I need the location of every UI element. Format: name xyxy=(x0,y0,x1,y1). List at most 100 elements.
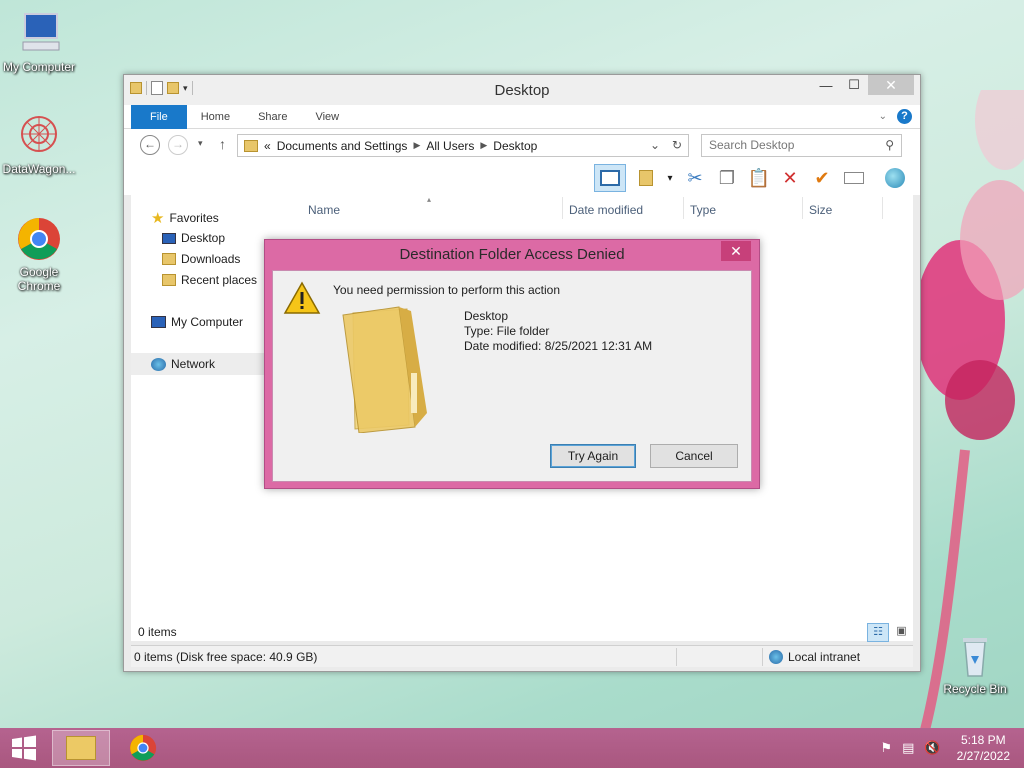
dialog-body: You need permission to perform this acti… xyxy=(272,270,752,482)
delete-icon[interactable]: ✕ xyxy=(779,167,801,189)
clock[interactable]: 5:18 PM 2/27/2022 xyxy=(957,732,1010,764)
chevron-right-icon[interactable]: ▶ xyxy=(413,140,420,151)
chevron-right-icon[interactable]: ▶ xyxy=(480,140,487,151)
status-disk-space: 0 items (Disk free space: 40.9 GB) xyxy=(134,650,318,664)
search-placeholder: Search Desktop xyxy=(709,138,795,152)
search-icon[interactable]: ⚲ xyxy=(885,135,894,156)
tab-share[interactable]: Share xyxy=(244,105,301,129)
breadcrumb-desktop[interactable]: Desktop xyxy=(493,139,537,153)
command-toolbar: ▾ ✂ ❐ 📋 ✕ ✔ xyxy=(124,161,920,195)
desktop-icon-label: My Computer xyxy=(2,60,76,74)
taskbar-chrome[interactable] xyxy=(114,730,172,766)
datawagon-icon xyxy=(15,112,63,160)
nav-my-computer-label: My Computer xyxy=(171,315,244,329)
tab-file[interactable]: File xyxy=(131,104,187,129)
action-center-flag-icon[interactable]: ⚑ xyxy=(880,740,892,756)
tab-home[interactable]: Home xyxy=(187,105,244,129)
breadcrumb-all-users[interactable]: All Users xyxy=(426,139,474,153)
chrome-icon xyxy=(15,215,63,263)
help-icon[interactable]: ? xyxy=(897,109,912,124)
close-button[interactable]: ✕ xyxy=(868,75,914,95)
windows-logo-icon xyxy=(12,735,36,761)
paste-icon[interactable]: 📋 xyxy=(748,167,770,189)
column-header-size[interactable]: Size xyxy=(809,203,832,217)
cancel-button[interactable]: Cancel xyxy=(650,444,738,468)
column-header-date-modified[interactable]: Date modified xyxy=(569,203,643,217)
details-view-button[interactable]: ☷ xyxy=(867,623,889,642)
network-status-icon[interactable]: ▤ xyxy=(902,740,914,756)
nav-network-label: Network xyxy=(171,357,216,371)
forward-button[interactable]: → xyxy=(168,135,188,155)
navigation-pane: ★ Favorites Desktop Downloads Recent pla… xyxy=(131,195,266,641)
sort-indicator-icon: ▴ xyxy=(427,195,432,204)
try-again-button[interactable]: Try Again xyxy=(550,444,636,468)
window-titlebar: ▾ Desktop — ☐ ✕ xyxy=(124,75,920,105)
dialog-message: You need permission to perform this acti… xyxy=(333,283,561,297)
minimize-button[interactable]: — xyxy=(812,75,840,95)
nav-network[interactable]: Network xyxy=(131,353,266,375)
address-dropdown-icon[interactable]: ⌄ xyxy=(650,138,660,152)
rename-icon[interactable] xyxy=(843,167,865,189)
dialog-item-date: Date modified: 8/25/2021 12:31 AM xyxy=(464,339,653,353)
nav-favorites-label: Favorites xyxy=(169,211,219,225)
star-icon: ★ xyxy=(151,210,165,227)
dialog-item-name: Desktop xyxy=(464,309,509,323)
refresh-icon[interactable]: ↻ xyxy=(672,138,682,152)
address-bar[interactable]: « Documents and Settings ▶ All Users ▶ D… xyxy=(237,134,689,157)
chrome-icon xyxy=(129,734,157,762)
desktop-icon-google-chrome[interactable]: Google Chrome xyxy=(0,215,78,293)
warning-icon xyxy=(283,281,321,318)
dialog-close-button[interactable]: ✕ xyxy=(721,241,751,261)
desktop-icon-label: Google Chrome xyxy=(17,265,61,293)
copy-icon[interactable]: ❐ xyxy=(716,167,738,189)
desktop-icon-recycle-bin[interactable]: Recycle Bin xyxy=(936,632,1014,696)
address-overflow[interactable]: « xyxy=(264,139,271,153)
nav-recent-places-label: Recent places xyxy=(181,273,258,287)
nav-downloads-label: Downloads xyxy=(181,252,241,266)
computer-icon xyxy=(15,10,63,58)
checkmark-icon[interactable]: ✔ xyxy=(811,167,833,189)
local-intranet-icon xyxy=(769,650,783,664)
recent-places-icon xyxy=(162,274,176,286)
folder-large-icon xyxy=(339,305,449,436)
nav-desktop[interactable]: Desktop xyxy=(162,231,225,245)
folder-icon xyxy=(244,139,258,152)
nav-my-computer[interactable]: My Computer xyxy=(151,315,243,329)
desktop-icon-label: Recycle Bin xyxy=(943,682,1007,696)
nav-downloads[interactable]: Downloads xyxy=(162,252,240,266)
volume-muted-icon[interactable]: 🔇 xyxy=(924,740,940,756)
nav-favorites[interactable]: ★ Favorites xyxy=(151,209,219,227)
desktop-icon-label: DataWagon... xyxy=(2,162,76,176)
start-button[interactable] xyxy=(0,730,48,766)
maximize-button[interactable]: ☐ xyxy=(840,75,868,95)
ribbon-tabs: File Home Share View ⌄ ? xyxy=(124,104,920,129)
large-icons-view-button[interactable]: ▣ xyxy=(892,623,911,642)
tab-view[interactable]: View xyxy=(301,105,353,129)
back-button[interactable]: ← xyxy=(140,135,160,155)
expand-ribbon-icon[interactable]: ⌄ xyxy=(879,111,887,122)
column-header-name[interactable]: Name xyxy=(308,203,340,217)
up-button[interactable]: ↑ xyxy=(219,136,226,152)
taskbar-file-explorer[interactable] xyxy=(52,730,110,766)
desktop-icon-datawagon[interactable]: DataWagon... xyxy=(0,112,78,176)
status-bar: 0 items (Disk free space: 40.9 GB) Local… xyxy=(131,645,913,667)
window-title: Desktop xyxy=(494,82,550,99)
recent-locations-icon[interactable]: ▾ xyxy=(198,138,203,149)
computer-icon xyxy=(151,316,166,328)
chevron-down-icon[interactable]: ▾ xyxy=(659,167,681,189)
preview-pane-icon[interactable] xyxy=(594,164,626,192)
nav-recent-places[interactable]: Recent places xyxy=(162,273,257,287)
column-header-type[interactable]: Type xyxy=(690,203,716,217)
properties-icon[interactable] xyxy=(635,167,657,189)
search-input[interactable]: Search Desktop ⚲ xyxy=(701,134,902,157)
network-globe-icon[interactable] xyxy=(884,167,906,189)
recycle-bin-icon xyxy=(951,632,999,680)
breadcrumb-documents-and-settings[interactable]: Documents and Settings xyxy=(277,139,408,153)
cut-icon[interactable]: ✂ xyxy=(684,167,706,189)
downloads-icon xyxy=(162,253,176,265)
desktop-icon-my-computer[interactable]: My Computer xyxy=(0,10,78,74)
access-denied-dialog: Destination Folder Access Denied ✕ You n… xyxy=(264,239,760,489)
system-tray: ⚑ ▤ 🔇 5:18 PM 2/27/2022 xyxy=(880,728,1024,768)
status-zone: Local intranet xyxy=(788,650,861,664)
dialog-item-type: Type: File folder xyxy=(464,324,550,338)
